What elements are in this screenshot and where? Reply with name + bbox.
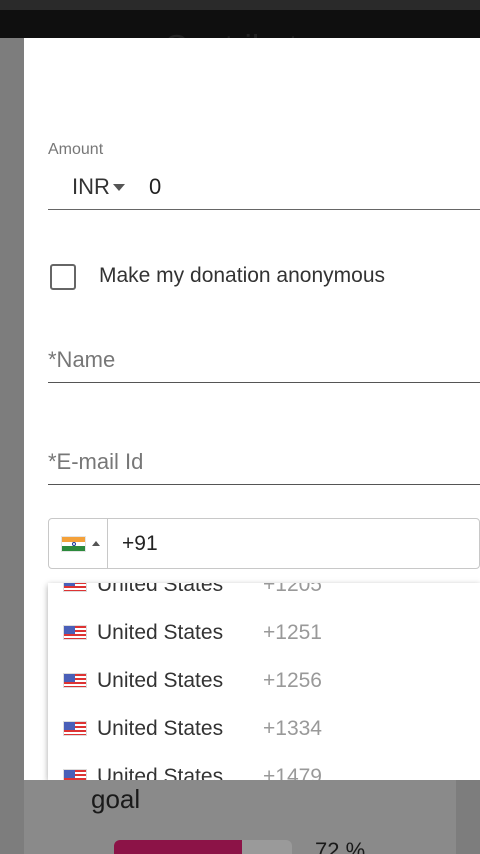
contribute-modal: Amount INR 0 Make my donation anonymous … [24,38,480,780]
progress-percent-label: 72 % [315,838,366,854]
amount-value: 0 [149,174,162,199]
country-dial-code: +1205 [263,583,322,596]
country-name: United States [97,717,224,740]
country-option[interactable]: United States +1334 [48,705,480,753]
country-dial-code: +1251 [263,621,322,644]
country-name: United States [97,669,224,692]
country-option[interactable]: United States +1205 [48,583,480,609]
country-option[interactable]: United States +1256 [48,657,480,705]
email-field[interactable]: *E-mail Id [48,441,480,485]
country-name: United States [97,583,224,596]
currency-select[interactable]: INR [48,166,137,210]
email-placeholder: *E-mail Id [48,449,144,474]
country-dial-code: +1479 [263,765,322,780]
country-code-selector[interactable] [49,519,108,568]
background-progress-bar [114,840,292,854]
india-flag-icon [61,536,86,552]
country-name: United States [97,765,224,780]
country-dial-code: +1256 [263,669,322,692]
us-flag-icon [63,721,87,736]
us-flag-icon [63,769,87,780]
country-dial-code: +1334 [263,717,322,740]
us-flag-icon [63,625,87,640]
phone-value: +91 [122,532,158,555]
status-bar [0,0,480,10]
anonymous-checkbox[interactable] [50,264,76,290]
chevron-down-icon [113,184,125,191]
us-flag-icon [63,673,87,688]
name-field[interactable]: *Name [48,339,480,383]
amount-input[interactable]: 0 [137,166,480,210]
progress-bar-fill [114,840,243,854]
country-option[interactable]: United States +1479 [48,753,480,780]
background-goal-text: goal [91,784,141,814]
country-name: United States [97,621,224,644]
phone-input[interactable]: +91 [48,518,480,569]
country-option[interactable]: United States +1251 [48,609,480,657]
us-flag-icon [63,583,87,592]
amount-label: Amount [48,141,104,158]
country-list: United States +1205 United States +1251 … [48,583,480,780]
country-code-dropdown[interactable]: United States +1205 United States +1251 … [48,583,480,780]
name-placeholder: *Name [48,347,116,372]
anonymous-label[interactable]: Make my donation anonymous [99,264,385,288]
chevron-up-icon [92,541,100,546]
currency-value: INR [72,174,110,199]
